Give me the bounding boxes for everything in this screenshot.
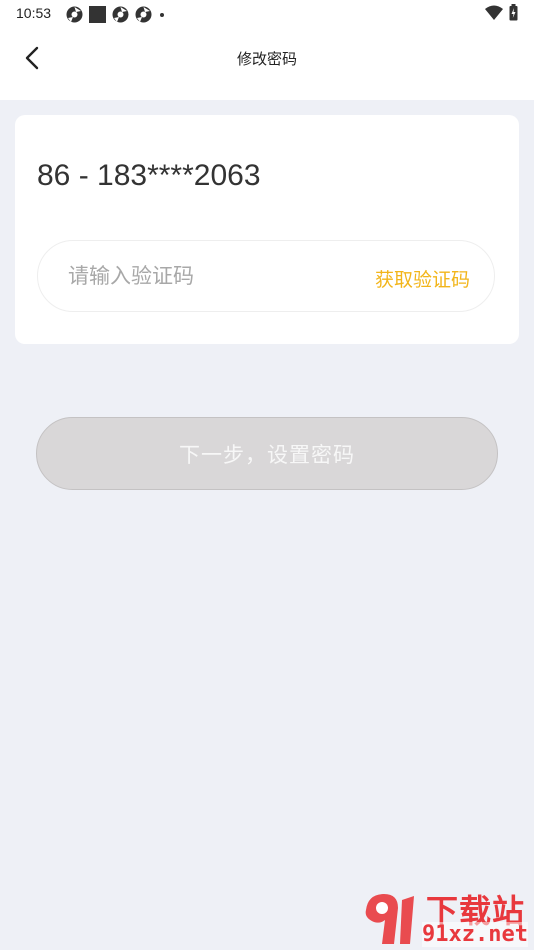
app-notification-icon	[112, 6, 129, 23]
image-notification-icon	[89, 5, 106, 23]
page-title: 修改密码	[236, 50, 297, 68]
watermark: 下载站 91xz.net	[360, 888, 532, 950]
watermark-logo-icon	[365, 894, 414, 944]
notification-icons	[66, 5, 166, 23]
get-code-button[interactable]: 获取验证码	[375, 265, 470, 292]
phone-number: 86 - 183****2063	[37, 159, 261, 192]
verification-code-input[interactable]	[68, 257, 348, 295]
more-notifications-dot-icon	[158, 6, 166, 23]
nav-bar: 修改密码	[0, 28, 534, 88]
top-area: 10:53 修改密码	[0, 0, 534, 100]
verification-card: 86 - 183****2063 获取验证码	[15, 115, 519, 344]
wifi-icon	[485, 5, 503, 25]
verification-code-field: 获取验证码	[37, 240, 495, 312]
app-notification-icon	[135, 6, 152, 23]
app-notification-icon	[66, 6, 83, 23]
system-status-icons	[485, 4, 518, 25]
status-time: 10:53	[16, 5, 52, 21]
watermark-site: 91xz.net	[422, 922, 528, 947]
status-bar: 10:53	[0, 0, 534, 28]
next-set-password-button[interactable]: 下一步，设置密码	[36, 417, 498, 490]
battery-icon	[509, 4, 518, 25]
